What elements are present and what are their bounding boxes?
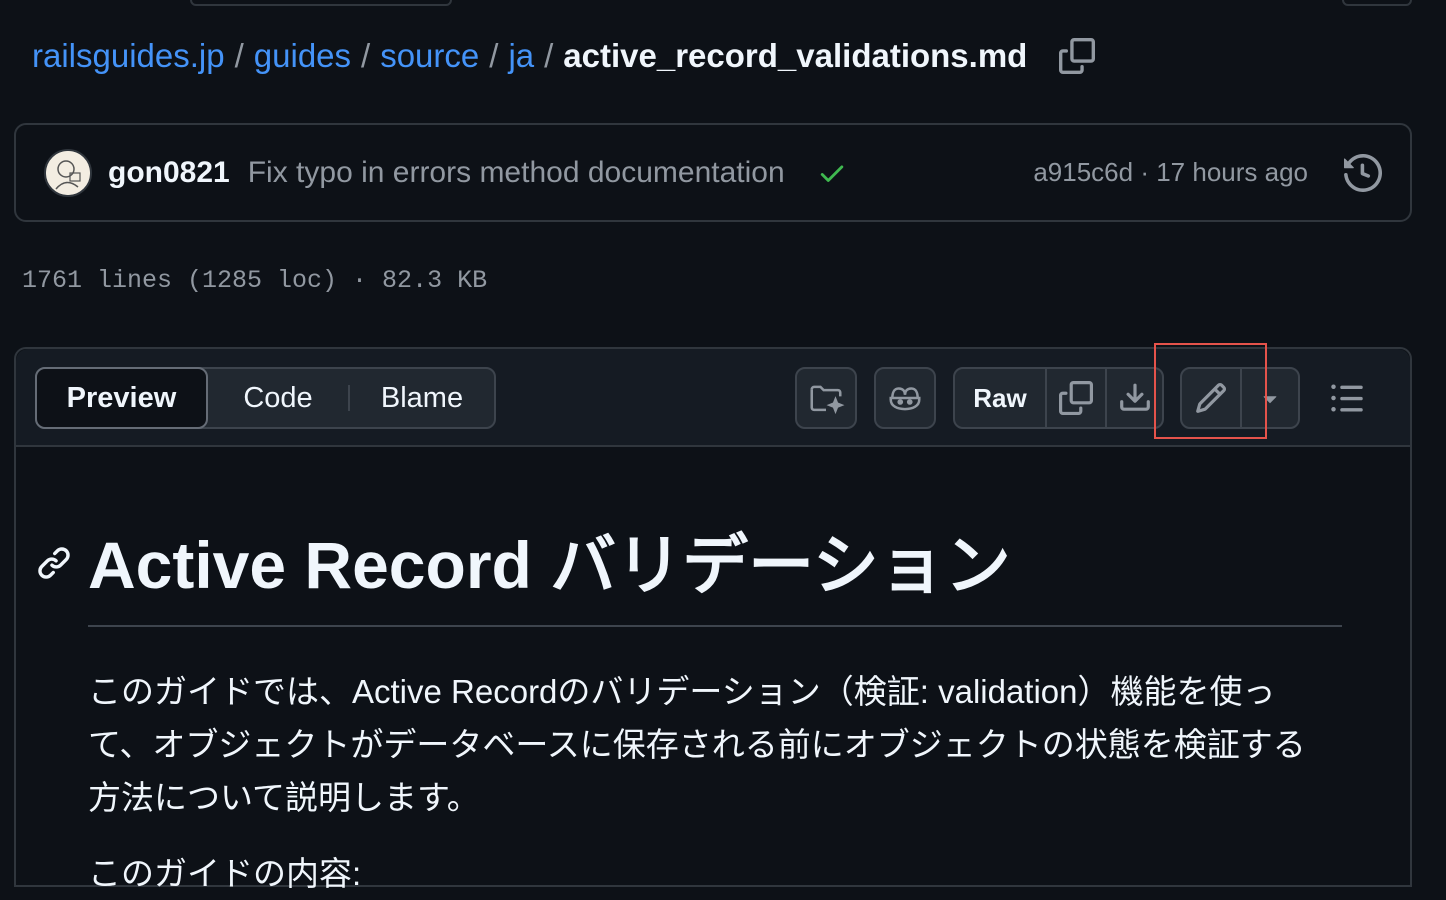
raw-button[interactable]: Raw — [955, 369, 1045, 427]
breadcrumb-separator: / — [489, 37, 499, 74]
next-line-partial: このガイドの内容: — [88, 855, 362, 892]
breadcrumb-link-ja[interactable]: ja — [508, 37, 534, 75]
latest-commit-box: gon0821 Fix typo in errors method docume… — [14, 123, 1412, 222]
copilot-button[interactable] — [874, 367, 936, 429]
outline-button[interactable] — [1316, 367, 1378, 429]
heading-anchor-link[interactable] — [36, 545, 72, 586]
commit-meta[interactable]: a915c6d · 17 hours ago — [1033, 157, 1308, 188]
breadcrumb-link-repo[interactable]: railsguides.jp — [32, 37, 225, 75]
breadcrumb-separator: / — [234, 37, 244, 74]
top-button-stub — [190, 0, 452, 6]
top-right-button-stub — [1342, 0, 1412, 6]
commit-message[interactable]: Fix typo in errors method documentation — [248, 156, 785, 190]
tab-blame[interactable]: Blame — [350, 369, 494, 427]
breadcrumb-current-file: active_record_validations.md — [563, 37, 1028, 74]
breadcrumb-link-guides[interactable]: guides — [254, 37, 351, 75]
page-heading: Active Record バリデーション — [88, 523, 1342, 627]
copy-icon — [1059, 38, 1096, 74]
history-button[interactable] — [1344, 153, 1382, 192]
link-icon — [38, 547, 70, 579]
breadcrumb-separator: / — [361, 37, 371, 74]
commit-author[interactable]: gon0821 — [108, 156, 230, 190]
download-icon — [1119, 383, 1150, 411]
view-mode-segmented-control: Preview Code Blame — [35, 367, 496, 429]
list-unordered-icon — [1331, 384, 1363, 412]
raw-copy-download-group: Raw — [953, 367, 1164, 429]
status-check[interactable] — [817, 158, 847, 188]
folder-sparkle-icon — [810, 385, 845, 415]
file-viewer: Preview Code Blame Raw Active Record バリデ… — [14, 343, 1412, 892]
highlight-box — [1154, 343, 1267, 439]
file-info: 1761 lines (1285 loc) · 82.3 KB — [22, 266, 488, 295]
check-icon — [820, 165, 843, 182]
file-toolbar: Preview Code Blame Raw — [16, 343, 1410, 447]
copy-icon — [1059, 381, 1093, 415]
history-icon — [1344, 153, 1382, 192]
raw-label: Raw — [973, 382, 1027, 413]
breadcrumb: railsguides.jp / guides / source / ja / … — [32, 34, 1097, 78]
copy-path-button[interactable] — [1057, 36, 1097, 76]
intro-paragraph: このガイドでは、Active Recordのバリデーション（検証: valida… — [88, 673, 1306, 816]
tab-preview[interactable]: Preview — [35, 367, 208, 429]
copy-raw-button[interactable] — [1045, 369, 1105, 427]
symbols-button[interactable] — [795, 367, 857, 429]
avatar-illustration-icon — [46, 150, 90, 195]
copilot-icon — [889, 387, 921, 411]
tab-code[interactable]: Code — [208, 369, 348, 427]
breadcrumb-link-source[interactable]: source — [380, 37, 479, 75]
breadcrumb-separator: / — [544, 37, 554, 74]
avatar[interactable] — [44, 148, 92, 197]
